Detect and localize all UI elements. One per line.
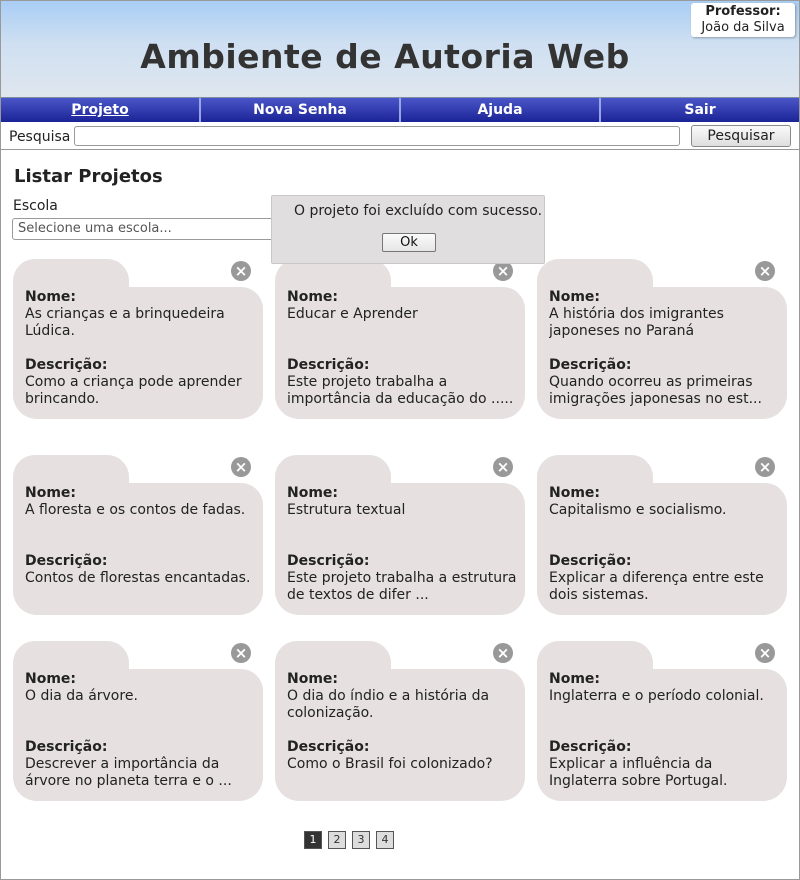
nav-item-sair[interactable]: Sair (601, 98, 799, 122)
page-button[interactable]: 4 (376, 831, 394, 849)
card-nome: Educar e Aprender (287, 306, 418, 322)
close-icon[interactable]: × (493, 261, 513, 281)
card-nome: As crianças e a brinquedeira Lúdica. (25, 306, 225, 339)
close-icon[interactable]: × (755, 261, 775, 281)
card-nome-label: Nome: (25, 485, 77, 501)
card-nome-label: Nome: (549, 289, 601, 305)
search-input[interactable] (74, 126, 680, 146)
card-text: Nome: O dia da árvore. Descrição: Descrever… (25, 671, 255, 807)
card-text: Nome: Estrutura textual Descrição: Este pro… (287, 485, 517, 621)
card-descricao: Explicar a influência da Inglaterra sobr… (549, 756, 728, 789)
card-descricao: Quando ocorreu as primeiras imigrações j… (549, 374, 762, 407)
card-text: Nome: A floresta e os contos de fadas. Des… (25, 485, 255, 621)
project-card[interactable]: × Nome: Estrutura textual Descrição: Este pr… (275, 455, 525, 617)
card-descricao-label: Descrição: (549, 739, 632, 755)
nav-item-label: Projeto (71, 102, 129, 118)
nav-item-projeto[interactable]: Projeto (1, 98, 201, 122)
card-nome-label: Nome: (287, 671, 339, 687)
card-nome: A floresta e os contos de fadas. (25, 502, 246, 518)
page-button[interactable]: 1 (304, 831, 322, 849)
project-card[interactable]: × Nome: O dia do índio e a história da col… (275, 641, 525, 803)
card-nome-label: Nome: (25, 671, 77, 687)
card-descricao-label: Descrição: (287, 357, 370, 373)
card-text: Nome: Inglaterra e o período colonial. Des… (549, 671, 779, 807)
project-card[interactable]: × Nome: A floresta e os contos de fadas. De… (13, 455, 263, 617)
pagination: 1234 (304, 831, 394, 849)
close-icon[interactable]: × (755, 457, 775, 477)
escola-label: Escola (13, 198, 58, 214)
page-title: Listar Projetos (14, 166, 163, 187)
card-descricao: Contos de florestas encantadas. (25, 570, 251, 586)
card-nome: Estrutura textual (287, 502, 406, 518)
card-descricao: Explicar a diferença entre este dois sis… (549, 570, 764, 603)
project-card[interactable]: × Nome: Educar e Aprender Descrição: Este pr… (275, 259, 525, 421)
card-descricao-label: Descrição: (549, 357, 632, 373)
card-nome-label: Nome: (287, 289, 339, 305)
header: Ambiente de Autoria Web Professor: João … (1, 1, 799, 98)
page-button[interactable]: 3 (352, 831, 370, 849)
professor-label: Professor: (705, 4, 781, 19)
card-nome-label: Nome: (549, 485, 601, 501)
card-text: Nome: O dia do índio e a história da colo… (287, 671, 517, 807)
card-nome-label: Nome: (287, 485, 339, 501)
nav-item-label: Sair (684, 102, 716, 118)
card-descricao: Como a criança pode aprender brincando. (25, 374, 242, 407)
nav-item-nova-senha[interactable]: Nova Senha (201, 98, 401, 122)
card-descricao-label: Descrição: (25, 739, 108, 755)
card-descricao-label: Descrição: (287, 553, 370, 569)
main-nav: Projeto Nova Senha Ajuda Sair (1, 98, 799, 122)
nav-item-label: Ajuda (477, 102, 523, 118)
professor-name: João da Silva (701, 20, 785, 35)
card-nome: O dia da árvore. (25, 688, 138, 704)
alert-dialog: O projeto foi excluído com sucesso. Ok (271, 195, 545, 264)
card-descricao-label: Descrição: (25, 357, 108, 373)
professor-box: Professor: João da Silva (691, 3, 795, 37)
page-button[interactable]: 2 (328, 831, 346, 849)
app-frame: Ambiente de Autoria Web Professor: João … (0, 0, 800, 880)
search-bar: Pesquisa Pesquisar (1, 123, 799, 150)
search-button[interactable]: Pesquisar (691, 125, 791, 147)
card-text: Nome: As crianças e a brinquedeira Lúdica… (25, 289, 255, 425)
close-icon[interactable]: × (231, 643, 251, 663)
card-descricao: Este projeto trabalha a estrutura de tex… (287, 570, 517, 603)
close-icon[interactable]: × (493, 643, 513, 663)
card-descricao-label: Descrição: (287, 739, 370, 755)
close-icon[interactable]: × (231, 261, 251, 281)
project-card[interactable]: × Nome: Capitalismo e socialismo. Descrição… (537, 455, 787, 617)
card-descricao: Este projeto trabalha a importância da e… (287, 374, 514, 407)
card-nome: Inglaterra e o período colonial. (549, 688, 764, 704)
card-descricao-label: Descrição: (25, 553, 108, 569)
close-icon[interactable]: × (755, 643, 775, 663)
project-card[interactable]: × Nome: A história dos imigrantes japonese… (537, 259, 787, 421)
dialog-message: O projeto foi excluído com sucesso. (294, 203, 543, 219)
card-descricao: Como o Brasil foi colonizado? (287, 756, 493, 772)
card-nome: Capitalismo e socialismo. (549, 502, 727, 518)
dialog-ok-button[interactable]: Ok (382, 233, 436, 252)
nav-item-label: Nova Senha (253, 102, 347, 118)
search-label: Pesquisa (9, 129, 71, 145)
escola-select[interactable]: Selecione uma escola... (12, 218, 312, 240)
card-descricao: Descrever a importância da árvore no pla… (25, 756, 232, 789)
project-card[interactable]: × Nome: O dia da árvore. Descrição: Descreve… (13, 641, 263, 803)
close-icon[interactable]: × (231, 457, 251, 477)
project-card[interactable]: × Nome: As crianças e a brinquedeira Lúdic… (13, 259, 263, 421)
card-nome: A história dos imigrantes japoneses no P… (549, 306, 724, 339)
app-title: Ambiente de Autoria Web (140, 37, 630, 76)
close-icon[interactable]: × (493, 457, 513, 477)
card-nome: O dia do índio e a história da colonizaç… (287, 688, 490, 721)
card-descricao-label: Descrição: (549, 553, 632, 569)
card-nome-label: Nome: (549, 671, 601, 687)
project-card[interactable]: × Nome: Inglaterra e o período colonial. De… (537, 641, 787, 803)
card-nome-label: Nome: (25, 289, 77, 305)
card-text: Nome: A história dos imigrantes japoneses… (549, 289, 779, 425)
card-text: Nome: Capitalismo e socialismo. Descrição:… (549, 485, 779, 621)
nav-item-ajuda[interactable]: Ajuda (401, 98, 601, 122)
card-text: Nome: Educar e Aprender Descrição: Este pro… (287, 289, 517, 425)
